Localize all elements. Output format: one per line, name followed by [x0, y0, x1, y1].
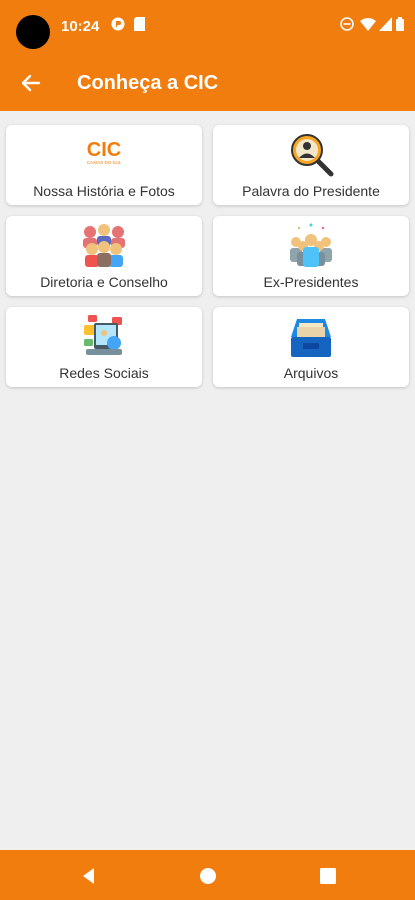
- system-nav-bar: [0, 850, 415, 900]
- app-notification-icon: [111, 17, 125, 31]
- card-diretoria-conselho[interactable]: Diretoria e Conselho: [6, 216, 202, 296]
- nav-back-icon[interactable]: [78, 865, 100, 887]
- card-nossa-historia[interactable]: CIC CAXIAS DO SUL Nossa História e Fotos: [6, 125, 202, 205]
- status-time: 10:24: [61, 18, 100, 35]
- do-not-disturb-icon: [340, 17, 354, 31]
- battery-icon: [396, 17, 404, 31]
- card-label: Redes Sociais: [59, 365, 149, 381]
- top-bar: 10:24 Conheça a CIC: [0, 0, 415, 111]
- archive-box-icon: [287, 313, 335, 359]
- card-label: Diretoria e Conselho: [40, 274, 168, 290]
- status-bar: 10:24: [0, 0, 415, 56]
- card-redes-sociais[interactable]: Redes Sociais: [6, 307, 202, 387]
- social-media-icon: [80, 313, 128, 359]
- card-ex-presidentes[interactable]: Ex-Presidentes: [213, 216, 409, 296]
- card-label: Ex-Presidentes: [263, 274, 359, 290]
- back-arrow-icon[interactable]: [18, 70, 44, 96]
- nav-home-icon[interactable]: [197, 865, 219, 887]
- camera-cutout: [16, 15, 50, 49]
- wifi-icon: [360, 17, 376, 31]
- cic-logo-subtext: CAXIAS DO SUL: [87, 160, 122, 165]
- cic-logo-text: CIC: [87, 139, 121, 161]
- card-label: Arquivos: [283, 365, 339, 381]
- card-label: Nossa História e Fotos: [33, 183, 175, 199]
- magnifier-person-icon: [287, 131, 335, 177]
- team-icon: [80, 222, 128, 268]
- app-bar: Conheça a CIC: [0, 56, 415, 111]
- card-palavra-presidente[interactable]: Palavra do Presidente: [213, 125, 409, 205]
- cic-logo-icon: CIC CAXIAS DO SUL: [74, 137, 134, 167]
- group-people-icon: [287, 222, 335, 268]
- page-title: Conheça a CIC: [77, 72, 219, 94]
- sim-card-icon: [134, 17, 145, 31]
- card-label: Palavra do Presidente: [242, 183, 380, 199]
- card-arquivos[interactable]: Arquivos: [213, 307, 409, 387]
- signal-icon: [379, 17, 392, 31]
- nav-recents-icon[interactable]: [317, 865, 339, 887]
